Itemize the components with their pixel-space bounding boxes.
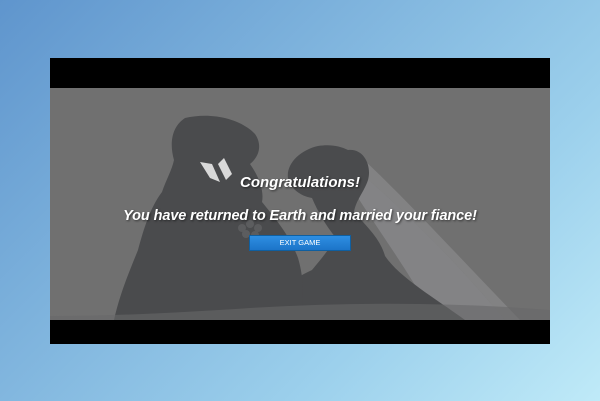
wedding-couple-silhouette xyxy=(50,88,550,320)
ending-scene: Congratulations! You have returned to Ea… xyxy=(50,88,550,320)
ending-message: You have returned to Earth and married y… xyxy=(123,208,477,224)
exit-game-button[interactable]: EXIT GAME xyxy=(249,235,351,251)
game-window: Congratulations! You have returned to Ea… xyxy=(50,58,550,344)
congratulations-title: Congratulations! xyxy=(240,174,360,191)
